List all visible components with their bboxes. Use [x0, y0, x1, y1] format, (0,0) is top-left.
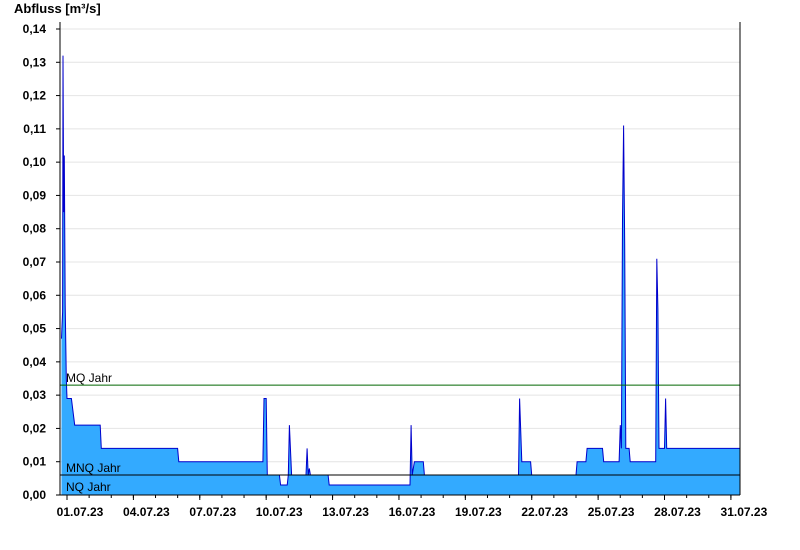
y-tick-label: 0,05 [23, 322, 47, 336]
reference-line-label: MNQ Jahr [66, 461, 121, 475]
x-tick-label: 16.07.23 [389, 505, 436, 519]
discharge-series [61, 55, 740, 495]
y-tick-label: 0,12 [23, 89, 47, 103]
y-tick-label: 0,10 [23, 155, 47, 169]
y-tick-label: 0,07 [23, 255, 47, 269]
x-tick-label: 31.07.23 [721, 505, 768, 519]
y-tick-label: 0,04 [23, 355, 47, 369]
discharge-line [61, 55, 740, 486]
x-tick-label: 25.07.23 [588, 505, 635, 519]
y-tick-label: 0,08 [23, 222, 47, 236]
x-tick-label: 22.07.23 [521, 505, 568, 519]
x-tick-label: 28.07.23 [654, 505, 701, 519]
x-tick-label: 10.07.23 [256, 505, 303, 519]
grid-lines [60, 28, 740, 463]
y-tick-label: 0,11 [23, 122, 46, 136]
y-axis-label: Abfluss [m³/s] [14, 1, 101, 16]
y-tick-label: 0,03 [23, 388, 47, 402]
y-tick-label: 0,02 [23, 421, 47, 435]
reference-line-label: MQ Jahr [66, 371, 112, 385]
x-tick-label: 07.07.23 [189, 505, 236, 519]
discharge-area [61, 55, 740, 495]
x-tick-label: 19.07.23 [455, 505, 502, 519]
y-tick-label: 0,00 [23, 488, 47, 502]
reference-line-label: NQ Jahr [66, 480, 111, 494]
y-tick-label: 0,06 [23, 288, 47, 302]
x-tick-label: 01.07.23 [57, 505, 104, 519]
x-tick-label: 13.07.23 [322, 505, 369, 519]
discharge-chart: MQ Jahr MNQ Jahr NQ Jahr 0,00 0,01 0,02 0,03 0… [14, 1, 768, 519]
y-tick-label: 0,01 [23, 455, 47, 469]
y-tick-label: 0,09 [23, 188, 47, 202]
y-tick-label: 0,14 [23, 22, 47, 36]
y-tick-label: 0,13 [23, 55, 47, 69]
x-tick-label: 04.07.23 [123, 505, 170, 519]
